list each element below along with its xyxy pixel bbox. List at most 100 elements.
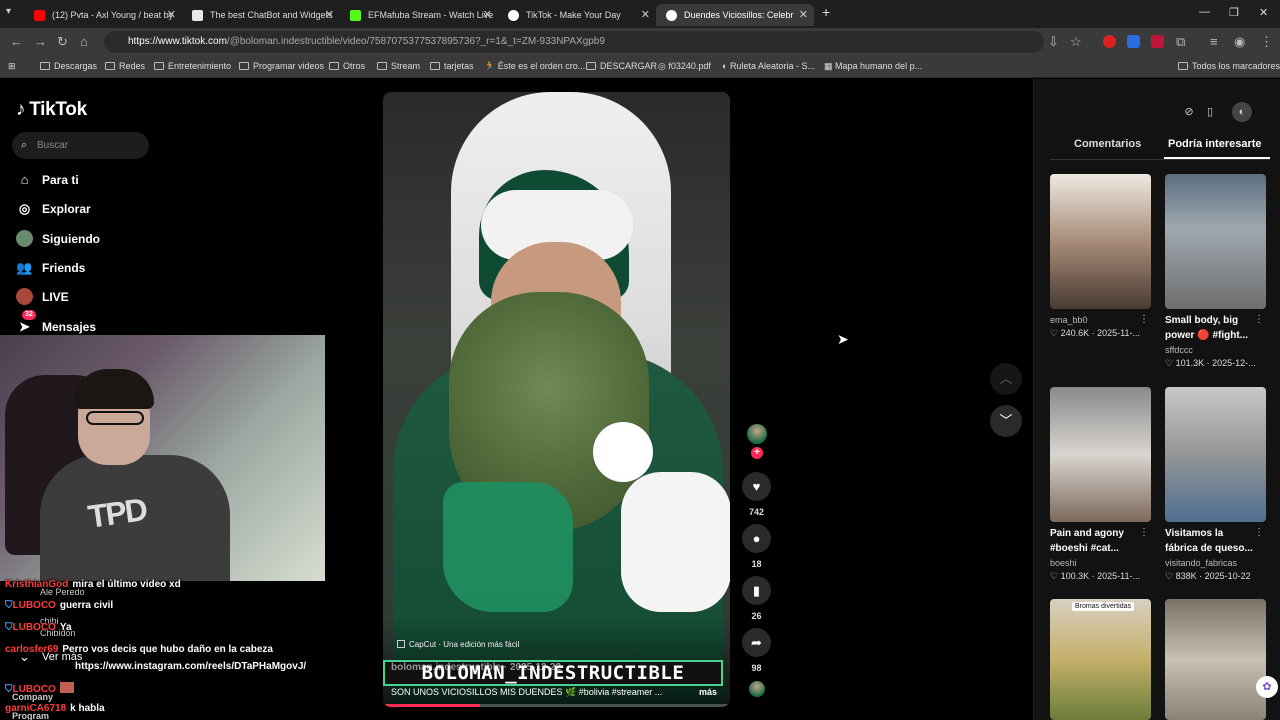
media-icon[interactable]: ≡ xyxy=(1210,34,1218,49)
bookmark-folder[interactable]: Programar videos xyxy=(239,61,324,71)
comment-button[interactable]: ● xyxy=(742,524,771,553)
more-options-icon[interactable]: ⋮ xyxy=(1254,527,1264,538)
bookmark-folder[interactable]: Redes xyxy=(105,61,145,71)
translate-icon[interactable] xyxy=(1127,35,1140,48)
more-options-icon[interactable]: ⋮ xyxy=(1254,314,1264,325)
nav-following[interactable]: Siguiendo xyxy=(16,229,100,249)
menu-icon[interactable]: ⋮ xyxy=(1260,34,1273,50)
previous-video-button[interactable]: ︿ xyxy=(990,363,1022,395)
user-avatar[interactable]: ◐ xyxy=(1232,102,1252,122)
bookmark-folder[interactable]: tarjetas xyxy=(430,61,474,71)
forward-icon[interactable]: → xyxy=(34,34,47,49)
save-button[interactable]: ▮ xyxy=(742,576,771,605)
messages-badge: 32 xyxy=(22,310,36,320)
all-bookmarks-folder[interactable]: Todos los marcadores xyxy=(1178,61,1280,71)
sound-avatar[interactable] xyxy=(749,681,765,697)
close-icon[interactable]: ✕ xyxy=(325,4,334,26)
extensions-icon[interactable]: ⧉ xyxy=(1176,34,1185,50)
video-card[interactable]: ⋮ Pain and agony #boeshi #cat... boeshi … xyxy=(1050,387,1151,582)
folder-icon xyxy=(377,62,387,70)
next-video-button[interactable]: ﹀ xyxy=(990,405,1022,437)
bookmark-link[interactable]: ◐ Ruleta Aleatoria - S... xyxy=(722,61,815,71)
card-date: 2025-11-... xyxy=(1097,571,1140,581)
maximize-icon[interactable]: ❐ xyxy=(1229,6,1239,19)
bookmark-folder[interactable]: DESCARGAR xyxy=(586,61,657,71)
coin-icon[interactable]: ⊘ xyxy=(1179,102,1199,122)
url-field[interactable]: https://www.tiktok.com/@boloman.indestru… xyxy=(104,31,1044,53)
bookmark-folder[interactable]: Descargas xyxy=(40,61,97,71)
card-author: visitando_fabricas xyxy=(1165,558,1238,568)
video-progress[interactable] xyxy=(383,704,730,707)
video-thumbnail xyxy=(1050,387,1151,522)
more-options-icon[interactable]: ⋮ xyxy=(1139,314,1149,325)
tab-search-icon[interactable]: ▾ xyxy=(6,6,11,17)
bookmark-folder[interactable]: Stream xyxy=(377,61,420,71)
assistant-float-button[interactable]: ✿ xyxy=(1256,676,1278,698)
close-icon[interactable]: ✕ xyxy=(641,4,650,26)
search-input[interactable]: ⌕ Buscar xyxy=(12,132,149,159)
chat-message: carlosfer69 Perro vos decis que hubo daño… xyxy=(5,644,273,655)
device-icon[interactable]: ▯ xyxy=(1200,102,1220,122)
video-card[interactable]: ⋮ Visitamos la fábrica de queso... visit… xyxy=(1165,387,1266,582)
video-player[interactable]: CapCut · Una edición más fácil BOLOMAN_I… xyxy=(383,92,730,707)
chat-user: garniCA6718 xyxy=(5,703,67,714)
more-button[interactable]: más xyxy=(699,687,717,697)
back-icon[interactable]: ← xyxy=(10,34,23,49)
tab-duendes[interactable]: Duendes Viciosillos: Celebr ✕ xyxy=(656,4,814,26)
tab-chatbot[interactable]: The best ChatBot and Widgets ✕ xyxy=(182,4,340,26)
creator-avatar[interactable] xyxy=(747,424,767,444)
nav-live[interactable]: LIVE xyxy=(16,287,69,307)
webcam-overlay: TPD xyxy=(0,335,325,581)
bookmark-folder[interactable]: Otros xyxy=(329,61,365,71)
like-button[interactable]: ♥ xyxy=(742,472,771,501)
close-icon[interactable]: ✕ xyxy=(167,4,176,26)
nav-explore[interactable]: ◎ Explorar xyxy=(16,199,91,219)
capcut-text: CapCut · Una edición más fácil xyxy=(409,640,520,649)
url-path: /@boloman.indestructible/video/758707537… xyxy=(226,36,605,47)
extension-icon[interactable] xyxy=(1103,35,1116,48)
nav-for-you[interactable]: ⌂ Para ti xyxy=(16,170,79,190)
nav-friends[interactable]: 👥 Friends xyxy=(16,258,85,278)
extension-icon[interactable] xyxy=(1151,35,1164,48)
bookmark-link[interactable]: 🏃 Éste es el orden cro... xyxy=(484,61,585,72)
comment-count: 18 xyxy=(751,559,762,569)
video-card[interactable]: ⋮ Small body, big power 🔴 #fight... sffd… xyxy=(1165,174,1266,369)
capcut-tag[interactable]: CapCut · Una edición más fácil xyxy=(397,640,519,649)
bookmark-link[interactable]: ◎ f03240.pdf xyxy=(658,61,711,72)
close-icon[interactable]: ✕ xyxy=(799,4,808,26)
profile-icon[interactable]: ◉ xyxy=(1234,34,1245,50)
more-options-icon[interactable]: ⋮ xyxy=(1139,527,1149,538)
tab-tiktok[interactable]: TikTok - Make Your Day ✕ xyxy=(498,4,656,26)
share-button[interactable]: ➦ xyxy=(742,628,771,657)
tab-comments[interactable]: Comentarios xyxy=(1074,138,1141,150)
card-likes: 838K xyxy=(1175,571,1197,581)
tiktok-logo[interactable]: ♪ TikTok xyxy=(16,99,87,121)
new-tab-button[interactable]: + xyxy=(822,4,830,20)
bookmark-link[interactable]: ▦ Mapa humano del p... xyxy=(824,61,922,72)
nav-messages[interactable]: ➤ 32 Mensajes xyxy=(16,310,97,337)
home-icon[interactable]: ⌂ xyxy=(80,34,88,49)
video-author[interactable]: boloman.indestructible · 2025-12-22 xyxy=(391,662,561,673)
tab-youtube[interactable]: (12) Pvta - Axl Young / beat by ✕ xyxy=(24,4,182,26)
minimize-icon[interactable]: — xyxy=(1199,6,1210,18)
wheel-icon: ◐ xyxy=(722,61,730,71)
install-icon[interactable]: ⇩ xyxy=(1048,34,1059,50)
home-icon: ⌂ xyxy=(20,172,29,187)
bookmark-label: Programar videos xyxy=(253,61,325,71)
bookmark-star-icon[interactable]: ☆ xyxy=(1070,34,1082,50)
apps-icon[interactable]: ⊞ xyxy=(8,61,16,72)
close-window-icon[interactable]: ✕ xyxy=(1259,6,1268,19)
close-icon[interactable]: ✕ xyxy=(483,4,492,26)
video-card[interactable]: ⋮ ema_bb0 ♡ 240.6K · 2025-11-... xyxy=(1050,174,1151,339)
video-card[interactable]: Bromas divertidas xyxy=(1050,599,1151,720)
reload-icon[interactable]: ↻ xyxy=(57,34,68,50)
video-card[interactable] xyxy=(1165,599,1266,720)
bookmark-folder[interactable]: Entretenimiento xyxy=(154,61,231,71)
card-meta: ♡ 240.6K · 2025-11-... xyxy=(1050,328,1140,338)
follow-plus-icon[interactable]: + xyxy=(751,447,763,459)
tab-recommended[interactable]: Podría interesarte xyxy=(1168,138,1262,150)
live-avatar xyxy=(16,288,33,305)
tab-kick[interactable]: EFMafuba Stream - Watch Live ✕ xyxy=(340,4,498,26)
nav-label: Mensajes xyxy=(42,320,97,334)
card-author: ema_bb0 xyxy=(1050,315,1088,325)
